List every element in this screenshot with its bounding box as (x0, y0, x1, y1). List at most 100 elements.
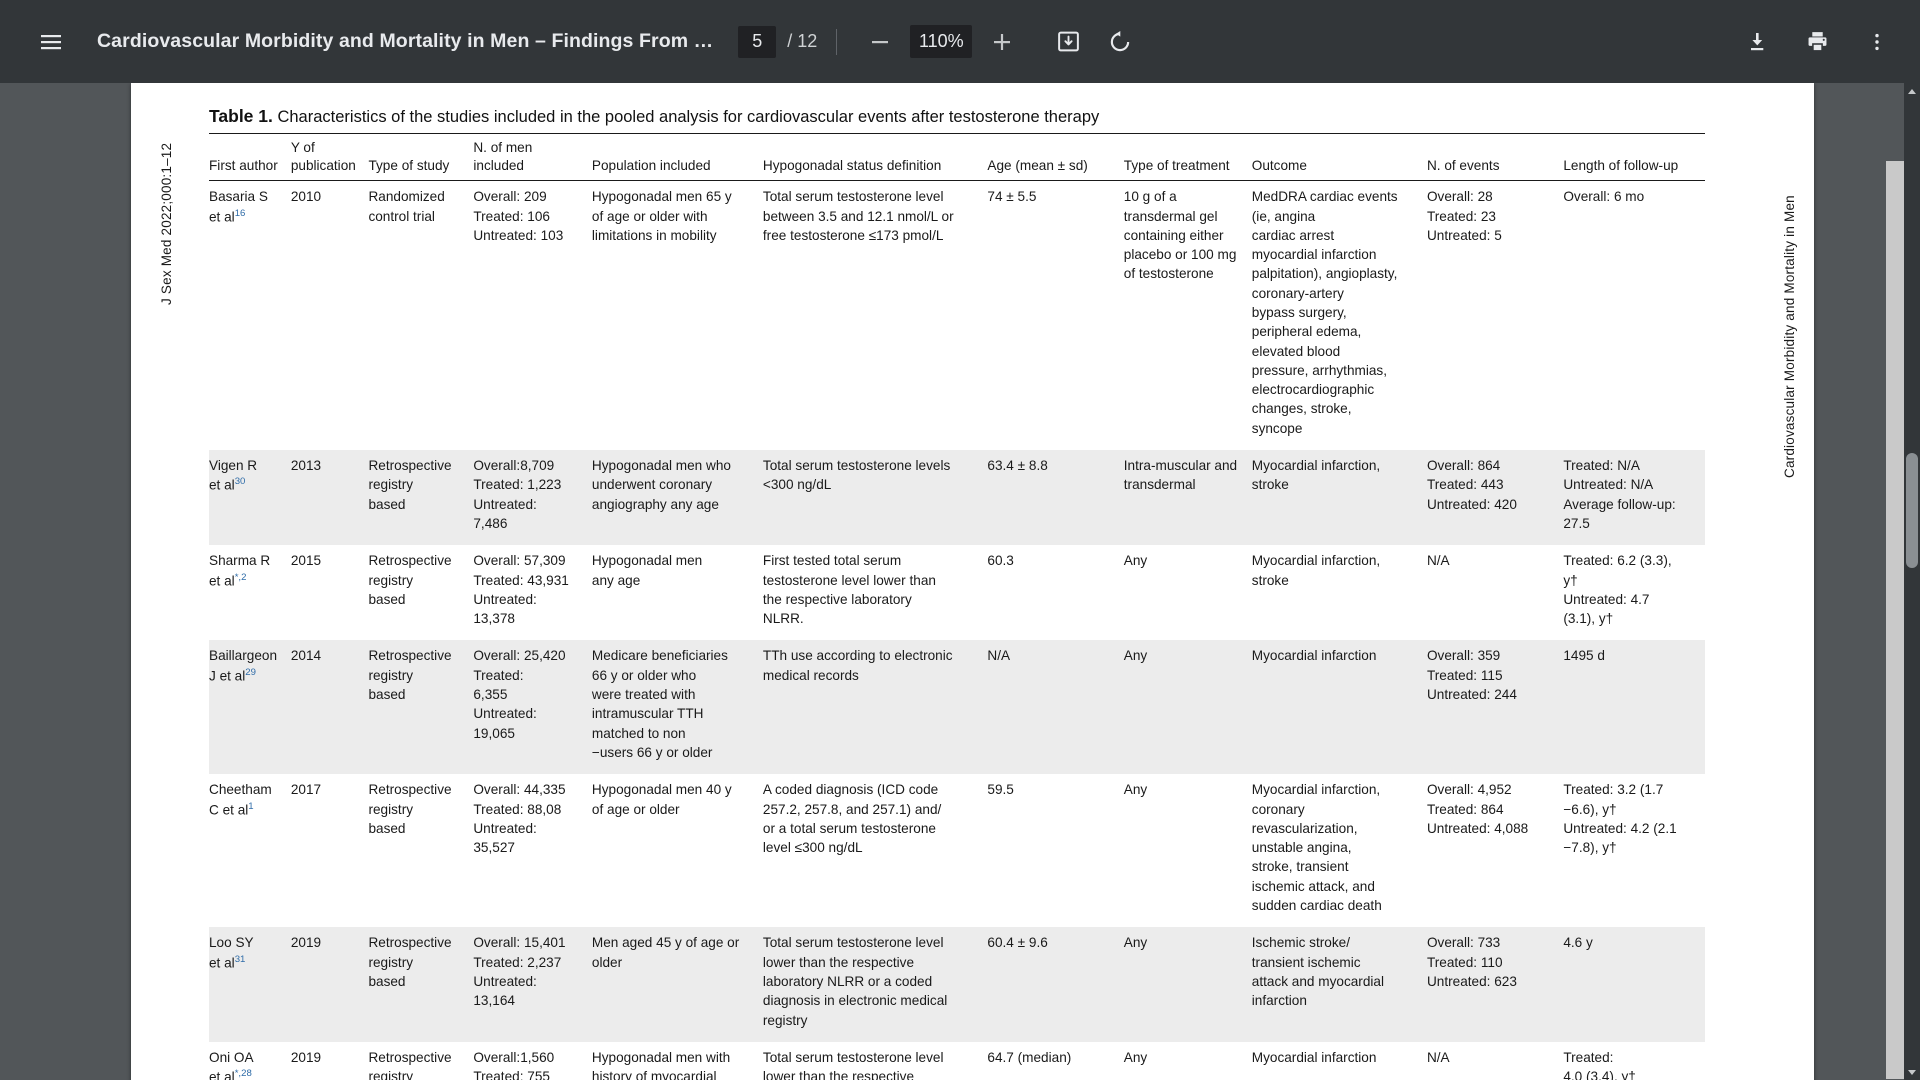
cell-hypo-status: A coded diagnosis (ICD code 257.2, 257.8… (762, 782, 942, 856)
cell-author: Sharma R et al*,2 (209, 553, 271, 589)
hamburger-menu-icon[interactable] (27, 18, 75, 66)
cell-treatment: Any (1123, 553, 1148, 569)
cell-treatment: Any (1123, 782, 1148, 798)
table-row: Baillargeon J et al29 2014 Retrospective r… (209, 640, 1705, 775)
toolbar-right-actions (1721, 18, 1901, 66)
reference-superscript[interactable]: 1 (248, 801, 253, 812)
cell-followup: Treated: 4.0 (3.4), y† Untreated: 3.3 (3… (1563, 1041, 1705, 1080)
cell-population: Hypogonadal men who underwent coronary a… (591, 450, 763, 546)
toolbar-divider (836, 28, 838, 55)
cell-author: Basaria S et al16 (209, 189, 268, 225)
column-header: Hypogonadal status definition (762, 134, 988, 182)
zoom-in-button[interactable] (978, 18, 1026, 66)
cell-age: 60.4 ± 9.6 (987, 927, 1124, 1042)
cell-n-men: Overall: 44,335 Treated: 88,08 Untreated… (473, 782, 566, 856)
print-icon[interactable] (1793, 18, 1841, 66)
cell-followup: Treated: 3.2 (1.7 −6.6), y† Untreated: 4… (1563, 782, 1677, 856)
cell-outcome: Myocardial infarction (1251, 1041, 1427, 1080)
cell-hypo-status: Total serum testosterone level between 3… (762, 189, 954, 243)
vertical-scrollbar[interactable] (1904, 83, 1920, 1080)
cell-year: 2013 (290, 450, 369, 546)
reference-superscript[interactable]: 30 (235, 476, 246, 487)
cell-outcome: Myocardial infarction, stroke (1251, 553, 1381, 588)
column-header: Outcome (1251, 134, 1427, 182)
cell-outcome: Myocardial infarction (1251, 640, 1427, 775)
cell-year: 2015 (290, 553, 322, 569)
scroll-down-button[interactable] (1904, 1064, 1920, 1080)
cell-outcome: Myocardial infarction, stroke (1251, 450, 1427, 546)
cell-n-men: Overall: 25,420 Treated: 6,355 Untreated… (473, 640, 592, 775)
cell-outcome: MedDRA cardiac events (ie, angina cardia… (1251, 189, 1398, 436)
cell-hypo-status: First tested total serum testosterone le… (762, 553, 936, 627)
fit-to-page-icon[interactable] (1044, 18, 1092, 66)
cell-events: N/A (1426, 1041, 1564, 1080)
reference-superscript[interactable]: 29 (245, 667, 256, 678)
scroll-thumb[interactable] (1906, 453, 1918, 568)
cell-followup: Treated: N/A Untreated: N/A Average foll… (1563, 450, 1705, 546)
cell-population: Hypogonadal men any age (591, 553, 703, 588)
rotate-clockwise-icon[interactable] (1096, 18, 1144, 66)
pdf-viewer-canvas[interactable]: J Sex Med 2022;000:1–12 Cardiovascular M… (0, 83, 1920, 1080)
page-count-label: / 12 (787, 31, 818, 51)
cell-population: Medicare beneficiaries 66 y or older who… (591, 640, 763, 775)
zoom-level-display[interactable]: 110% (910, 25, 973, 58)
cell-population: Hypogonadal men 40 y of age or older (591, 782, 732, 817)
journal-reference-label: J Sex Med 2022;000:1–12 (159, 142, 174, 305)
cell-study-type: Retrospective registry based (368, 553, 452, 607)
table-row: Loo SY et al31 2019 Retrospective registry… (209, 927, 1705, 1042)
cell-year: 2010 (290, 189, 322, 205)
cell-hypo-status: Total serum testosterone levels <300 ng/… (762, 450, 988, 546)
cell-age: N/A (987, 640, 1124, 775)
table-row: Cheetham C et al1 2017 Retrospective regis… (209, 774, 1705, 927)
reference-superscript[interactable]: 16 (235, 208, 246, 219)
cell-study-type: Retrospective registry based (368, 450, 474, 546)
cell-author: Vigen R et al30 (209, 450, 291, 546)
cell-author: Baillargeon J et al29 (209, 640, 291, 775)
cell-followup: 1495 d (1563, 640, 1705, 775)
reference-superscript[interactable]: *,28 (235, 1068, 252, 1079)
cell-age: 59.5 (987, 782, 1014, 798)
cell-year: 2017 (290, 782, 322, 798)
page-title: Cardiovascular Morbidity and Mortality i… (97, 30, 714, 52)
cell-year: 2019 (290, 927, 369, 1042)
scroll-up-button[interactable] (1904, 83, 1920, 99)
cell-events: N/A (1426, 553, 1450, 569)
page-number-input[interactable] (738, 25, 777, 58)
reference-superscript[interactable]: *,2 (235, 572, 247, 583)
table-row: Basaria S et al16 2010 Randomized control … (209, 181, 1705, 450)
cell-outcome: Myocardial infarction, coronary revascul… (1251, 782, 1382, 914)
cell-followup: 4.6 y (1563, 927, 1705, 1042)
cell-author: Loo SY et al31 (209, 927, 291, 1042)
cell-study-type: Retrospective registry based (368, 927, 474, 1042)
pdf-page: J Sex Med 2022;000:1–12 Cardiovascular M… (131, 83, 1920, 1080)
cell-n-men: Overall: 209 Treated: 106 Untreated: 103 (473, 189, 564, 243)
cell-population: Hypogonadal men 65 y of age or older wit… (591, 189, 732, 243)
cell-events: Overall: 864 Treated: 443 Untreated: 420 (1426, 450, 1564, 546)
column-header: N. of men included (473, 134, 592, 182)
table-caption-label: Table 1. (209, 106, 273, 126)
cell-population: Hypogonadal men with history of myocardi… (591, 1041, 763, 1080)
download-icon[interactable] (1733, 18, 1781, 66)
page-navigation: / 12 (738, 25, 818, 58)
cell-events: Overall: 359 Treated: 115 Untreated: 244 (1426, 640, 1564, 775)
cell-treatment: Any (1123, 640, 1252, 775)
cell-age: 60.3 (987, 553, 1014, 569)
cell-n-men: Overall: 57,309 Treated: 43,931 Untreate… (473, 553, 569, 627)
table-caption: Table 1. Characteristics of the studies … (209, 105, 1705, 135)
table-row: Sharma R et al*,2 2015 Retrospective regis… (209, 545, 1705, 640)
cell-events: Overall: 4,952 Treated: 864 Untreated: 4… (1426, 782, 1529, 836)
cell-treatment: 10 g of a transdermal gel containing eit… (1123, 189, 1237, 282)
column-header: Age (mean ± sd) (987, 134, 1124, 182)
reference-superscript[interactable]: 31 (235, 954, 246, 965)
table-row: Oni OA et al*,28 2019 Retrospective regist… (209, 1041, 1705, 1080)
cell-hypo-status: Total serum testosterone level lower tha… (762, 927, 988, 1042)
cell-events: Overall: 28 Treated: 23 Untreated: 5 (1426, 189, 1502, 243)
cell-treatment: Any (1123, 1041, 1252, 1080)
zoom-out-button[interactable] (856, 18, 904, 66)
column-header: Y of publication (290, 134, 369, 182)
column-header: First author (209, 134, 291, 182)
cell-study-type: Retrospective registry based (368, 782, 452, 836)
cell-author: Cheetham C et al1 (209, 782, 272, 818)
more-vertical-icon[interactable] (1853, 18, 1901, 66)
cell-followup: Overall: 6 mo (1563, 189, 1645, 205)
